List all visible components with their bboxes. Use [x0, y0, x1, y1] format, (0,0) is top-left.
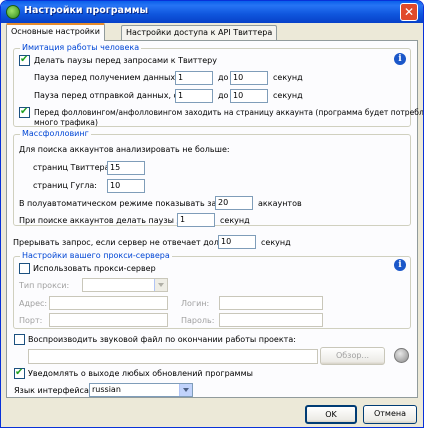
pause-checkbox-label: Делать паузы перед запросами к Твиттеру	[34, 56, 217, 65]
notify-updates-label: Уведомлять о выходе любых обновлений про…	[28, 369, 253, 378]
human-imitation-group: Имитация работы человека i Делать паузы …	[13, 43, 423, 127]
tab-api-settings[interactable]: Настройки доступа к API Твиттера	[121, 25, 278, 40]
visit-profile-label-line2: много трафика)	[34, 118, 98, 127]
language-dropdown[interactable]: russian	[89, 383, 193, 397]
pause-get-from-input[interactable]: 1	[175, 71, 213, 85]
pause-search-label: При поиске аккаунтов делать паузы до:	[19, 216, 190, 225]
pause-send-label: Пауза перед отправкой данных, от:	[34, 91, 186, 100]
login-input[interactable]	[219, 296, 323, 310]
pause-checkbox[interactable]	[19, 54, 30, 66]
port-label: Порт:	[19, 316, 43, 325]
massfollowing-legend: Массфолловинг	[20, 129, 91, 138]
human-imitation-legend: Имитация работы человека	[20, 43, 142, 52]
pause-send-from-input[interactable]: 1	[175, 89, 213, 103]
password-input[interactable]	[219, 313, 323, 327]
language-label: Язык интерфейса:	[14, 386, 92, 395]
proxy-legend: Настройки вашего прокси-сервера	[20, 251, 172, 260]
accounts-unit-label: аккаунтов	[258, 199, 302, 208]
pause-get-label: Пауза перед получением данных, от:	[34, 73, 193, 82]
chevron-down-icon	[154, 279, 167, 291]
seconds-label: секунд	[261, 238, 291, 247]
semiauto-label: В полуавтоматическом режиме показывать з…	[19, 199, 236, 208]
info-icon[interactable]: i	[394, 259, 406, 271]
to-label: до	[218, 91, 229, 100]
google-pages-label: страниц Гугла:	[33, 181, 97, 190]
massfollowing-group: Массфолловинг Для поиска аккаунтов анали…	[13, 129, 411, 227]
proxy-type-dropdown[interactable]	[82, 278, 168, 292]
seconds-label: секунд	[273, 73, 303, 82]
seconds-label: секунд	[220, 216, 250, 225]
window-title: Настройки программы	[24, 5, 149, 16]
language-value: russian	[92, 385, 121, 394]
sound-file-input[interactable]	[28, 349, 318, 364]
play-sound-icon[interactable]	[394, 348, 409, 363]
play-sound-checkbox[interactable]	[14, 334, 25, 345]
pause-send-to-input[interactable]: 10	[230, 89, 268, 103]
address-input[interactable]	[49, 296, 168, 310]
pause-search-input[interactable]: 1	[177, 213, 215, 227]
app-globe-icon	[6, 5, 20, 19]
tab-panel: Имитация работы человека i Делать паузы …	[6, 40, 423, 398]
ok-button[interactable]: OK	[305, 405, 357, 424]
play-sound-label: Воспроизводить звуковой файл по окончани…	[28, 335, 296, 344]
login-label: Логин:	[181, 299, 210, 308]
port-input[interactable]	[49, 313, 168, 327]
proxy-group: Настройки вашего прокси-сервера i Исполь…	[13, 251, 411, 329]
notify-updates-checkbox[interactable]	[14, 367, 25, 379]
use-proxy-checkbox[interactable]	[19, 263, 30, 274]
password-label: Пароль:	[181, 316, 215, 325]
tab-main-settings[interactable]: Основные настройки	[6, 23, 105, 41]
browse-button[interactable]: Обзор...	[320, 347, 385, 365]
timeout-label: Прерывать запрос, если сервер не отвечае…	[13, 238, 239, 247]
info-icon[interactable]: i	[394, 53, 406, 65]
address-label: Адрес:	[19, 299, 48, 308]
title-bar[interactable]: Настройки программы ✕	[1, 1, 423, 23]
pause-get-to-input[interactable]: 10	[230, 71, 268, 85]
use-proxy-label: Использовать прокси-сервер	[33, 264, 156, 273]
to-label: до	[218, 73, 229, 82]
search-limit-label: Для поиска аккаунтов анализировать не бо…	[19, 145, 230, 154]
proxy-type-label: Тип прокси:	[19, 281, 70, 290]
chevron-down-icon	[179, 384, 192, 396]
visit-profile-label-line1: Перед фолловингом/анфолловингом заходить…	[34, 108, 424, 117]
semiauto-input[interactable]: 20	[215, 196, 253, 210]
seconds-label: секунд	[273, 91, 303, 100]
visit-profile-checkbox[interactable]	[19, 106, 30, 118]
settings-window: Настройки программы ✕ Основные настройки…	[0, 0, 424, 428]
twitter-pages-input[interactable]: 15	[107, 161, 145, 175]
twitter-pages-label: страниц Твиттера:	[33, 163, 113, 172]
timeout-input[interactable]: 10	[218, 235, 256, 249]
close-button[interactable]: ✕	[400, 3, 418, 21]
cancel-button[interactable]: Отмена	[363, 405, 417, 424]
google-pages-input[interactable]: 10	[107, 179, 145, 193]
